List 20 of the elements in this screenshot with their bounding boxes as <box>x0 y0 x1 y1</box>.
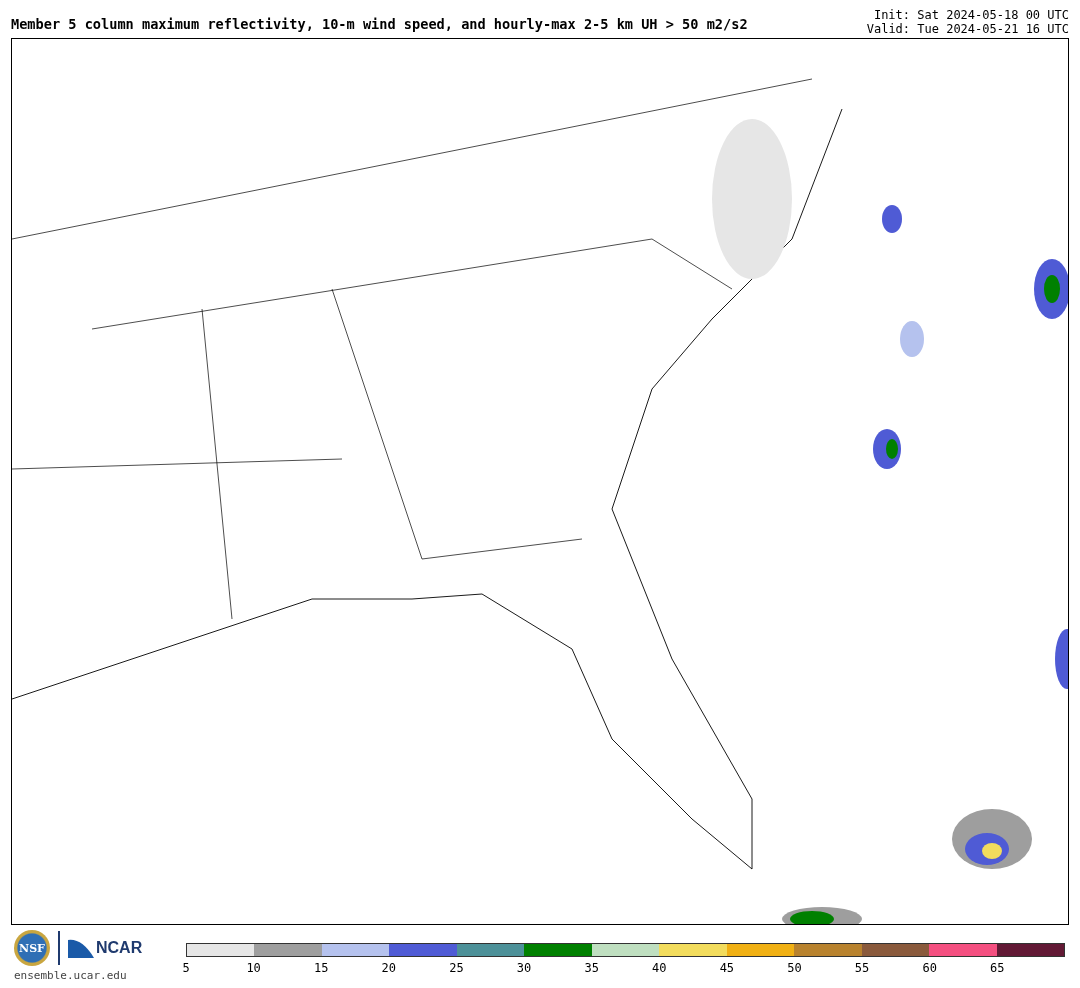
tick-label: 5 <box>182 961 190 975</box>
tick-label: 60 <box>922 961 937 975</box>
tick-label: 15 <box>314 961 329 975</box>
website-url: ensemble.ucar.edu <box>14 969 127 982</box>
nsf-logo: NSF <box>14 930 50 966</box>
tick-label: 55 <box>854 961 870 975</box>
init-time: Init: Sat 2024-05-18 00 UTC <box>873 8 1069 22</box>
chart-title: Member 5 column maximum reflectivity, 10-m wind speed, and hourly-max 2-5 km UH > 50 m2/s2 <box>11 16 748 34</box>
tick-label: 35 <box>584 961 599 975</box>
tick-label: 45 <box>719 961 735 975</box>
ncar-emblem-icon <box>68 938 94 958</box>
valid-time: Valid: Tue 2024-05-21 16 UTC <box>866 22 1069 36</box>
tick-label: 30 <box>516 961 532 975</box>
tick-label: 40 <box>652 961 667 975</box>
tick-label: 25 <box>449 961 464 975</box>
tick-label: 50 <box>787 961 802 975</box>
ncar-logo: NCAR <box>96 939 143 957</box>
tick-label: 10 <box>246 961 261 975</box>
tick-label: 65 <box>990 961 1005 975</box>
tick-label: 20 <box>381 961 397 975</box>
